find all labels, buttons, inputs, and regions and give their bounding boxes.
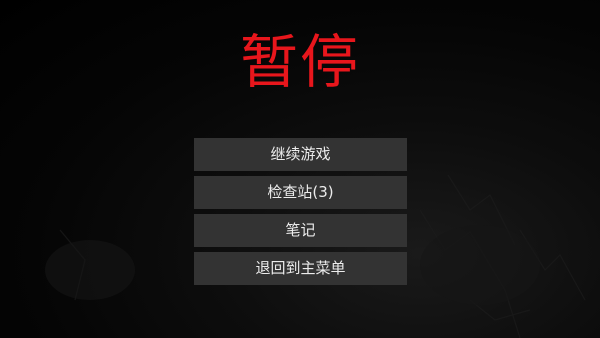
continue-game-button[interactable]: 继续游戏 [194,138,407,171]
checkpoint-button[interactable]: 检查站(3) [194,176,407,209]
notes-button[interactable]: 笔记 [194,214,407,247]
pause-screen: 暂停 继续游戏 检查站(3) 笔记 退回到主菜单 [0,0,600,338]
return-to-main-menu-button[interactable]: 退回到主菜单 [194,252,407,285]
pause-menu: 继续游戏 检查站(3) 笔记 退回到主菜单 [194,138,407,290]
pause-title: 暂停 [239,28,360,96]
